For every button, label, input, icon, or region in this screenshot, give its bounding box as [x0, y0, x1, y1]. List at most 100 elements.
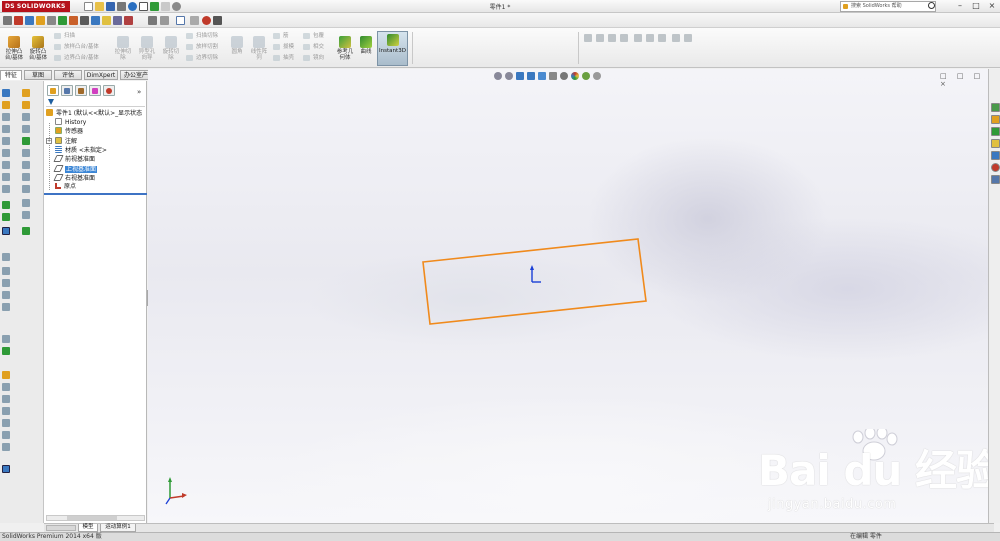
tab-scroll-arrows[interactable]	[46, 525, 76, 531]
filter-icon[interactable]	[48, 99, 54, 105]
cut-icon[interactable]	[22, 149, 30, 157]
tree-item-sensors[interactable]: 传感器	[55, 127, 83, 136]
macro-icon[interactable]	[113, 16, 122, 25]
slot-icon[interactable]	[2, 443, 10, 451]
centerline-icon[interactable]	[2, 431, 10, 439]
dropdown-icon[interactable]	[190, 16, 199, 25]
feature-tree-tab[interactable]	[47, 85, 59, 96]
zoom-to-fit-icon[interactable]	[584, 34, 592, 42]
appearance-icon[interactable]	[69, 16, 78, 25]
tree-item-top-plane[interactable]: 上视基准面	[53, 165, 98, 174]
tree-horizontal-scrollbar[interactable]	[46, 515, 145, 521]
instant3d-button[interactable]: Instant3D	[377, 31, 408, 66]
section-icon[interactable]	[620, 34, 628, 42]
snap-icon[interactable]	[160, 16, 169, 25]
select-icon[interactable]	[139, 2, 148, 11]
smart-dimension-icon[interactable]	[2, 201, 10, 209]
scene-icon[interactable]	[684, 34, 692, 42]
tree-item-origin[interactable]: 原点	[55, 183, 76, 191]
restore-button[interactable]: □	[970, 1, 982, 12]
sketch-icon[interactable]	[36, 16, 45, 25]
sweep-cut-button[interactable]: 扫描切除	[186, 32, 218, 40]
fillet-sketch-icon[interactable]	[2, 395, 10, 403]
move-entities-icon[interactable]	[2, 303, 10, 311]
note-icon[interactable]	[102, 16, 111, 25]
view-palette-icon[interactable]	[991, 139, 1000, 148]
expand-toggle[interactable]: +	[46, 138, 52, 144]
revolve-boss-button[interactable]: 旋转凸 台/基体	[26, 36, 50, 61]
dimxpert-tab[interactable]	[89, 85, 101, 96]
grid-icon[interactable]	[148, 16, 157, 25]
smart-dimension-icon[interactable]	[47, 16, 56, 25]
draft-button[interactable]: 拔模	[273, 43, 294, 51]
linear-pattern-button[interactable]: 线性阵 列	[248, 36, 270, 61]
search-icon[interactable]	[928, 2, 935, 9]
mirror-entities-icon[interactable]	[2, 291, 10, 299]
hide-show-icon[interactable]	[658, 34, 666, 42]
loft-cut-button[interactable]: 放样切割	[186, 43, 218, 51]
new-document-icon[interactable]	[84, 2, 93, 11]
display-icon[interactable]	[646, 34, 654, 42]
chamfer-icon[interactable]	[22, 185, 30, 193]
pattern-icon[interactable]	[22, 211, 30, 219]
tree-item-history[interactable]: History	[55, 118, 86, 127]
tab-dimxpert[interactable]: DimXpert	[84, 70, 118, 80]
tab-motion-study[interactable]: 运动算例1	[100, 524, 136, 532]
ellipse-icon[interactable]	[2, 161, 10, 169]
point-icon[interactable]	[2, 185, 10, 193]
previous-view-icon[interactable]	[608, 34, 616, 42]
fix-icon[interactable]	[2, 371, 10, 379]
fillet-icon[interactable]	[22, 173, 30, 181]
intersect-button[interactable]: 相交	[303, 43, 324, 51]
loft-icon[interactable]	[22, 125, 30, 133]
measure-icon[interactable]	[91, 16, 100, 25]
graphics-area[interactable]: □ □ □ × Bai du 经验 jingyan.baidu.com	[148, 69, 988, 523]
save-icon[interactable]	[106, 2, 115, 11]
tab-features[interactable]: 特征	[0, 70, 22, 80]
circle-icon[interactable]	[2, 125, 10, 133]
sketch-icon[interactable]	[2, 89, 10, 97]
spline-icon[interactable]	[2, 149, 10, 157]
edit-appearance-icon[interactable]	[672, 34, 680, 42]
wrap-button[interactable]: 包覆	[303, 32, 324, 40]
curves-button[interactable]: 曲线	[357, 36, 375, 55]
tab-sketch[interactable]: 草图	[24, 70, 52, 80]
offset-icon[interactable]	[2, 279, 10, 287]
shell-button[interactable]: 抽壳	[273, 54, 294, 62]
polygon-icon[interactable]	[2, 173, 10, 181]
sweep-icon[interactable]	[22, 113, 30, 121]
undo-icon[interactable]	[128, 2, 137, 11]
add-relation-icon[interactable]	[2, 347, 10, 355]
custom-properties-icon[interactable]	[991, 163, 1000, 172]
view-orient-icon[interactable]	[634, 34, 642, 42]
display-style-icon[interactable]	[14, 16, 23, 25]
solidworks-resources-icon[interactable]	[991, 103, 1000, 112]
line-icon[interactable]	[2, 101, 10, 109]
options-icon[interactable]	[172, 2, 181, 11]
tree-item-right-plane[interactable]: 右视基准面	[53, 174, 95, 183]
mirror-button[interactable]: 镜向	[303, 54, 324, 62]
list-icon[interactable]	[213, 16, 222, 25]
boundary-cut-button[interactable]: 边界切除	[186, 54, 218, 62]
expand-panel-button[interactable]: »	[137, 88, 141, 96]
fillet-button[interactable]: 圆角	[228, 36, 246, 55]
tree-filter[interactable]	[46, 98, 145, 107]
file-properties-icon[interactable]	[161, 2, 170, 11]
layer-icon[interactable]	[80, 16, 89, 25]
configuration-tab[interactable]	[75, 85, 87, 96]
display-manager-tab[interactable]	[103, 85, 115, 96]
zoom-area-icon[interactable]	[596, 34, 604, 42]
display-delete-icon[interactable]	[2, 335, 10, 343]
property-manager-tab[interactable]	[61, 85, 73, 96]
arc-icon[interactable]	[2, 137, 10, 145]
view-orientation-icon[interactable]	[3, 16, 12, 25]
minimize-button[interactable]: –	[954, 1, 966, 12]
revolve-icon[interactable]	[22, 101, 30, 109]
rib-button[interactable]: 筋	[273, 32, 289, 40]
appearances-icon[interactable]	[991, 151, 1000, 160]
print-icon[interactable]	[117, 2, 126, 11]
help-search-input[interactable]: 搜索 SolidWorks 帮助	[840, 1, 936, 12]
stop-icon[interactable]	[124, 16, 133, 25]
rectangle-icon[interactable]	[2, 113, 10, 121]
rebuild-icon[interactable]	[58, 16, 67, 25]
